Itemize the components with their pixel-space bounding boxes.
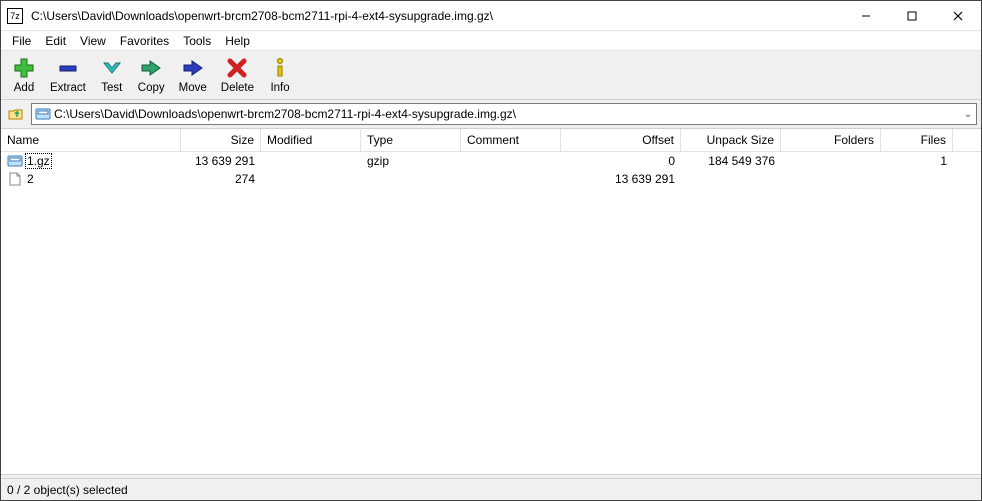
col-folders[interactable]: Folders	[781, 129, 881, 151]
delete-button[interactable]: Delete	[214, 54, 261, 96]
menu-file[interactable]: File	[5, 32, 38, 50]
cell-comment	[461, 178, 561, 180]
cell-size: 13 639 291	[181, 153, 261, 169]
minus-icon	[56, 56, 80, 80]
address-dropdown[interactable]: ⌄	[960, 109, 976, 120]
menu-tools[interactable]: Tools	[176, 32, 218, 50]
cell-type	[361, 178, 461, 180]
col-modified[interactable]: Modified	[261, 129, 361, 151]
table-row[interactable]: 2 274 13 639 291	[1, 170, 981, 188]
column-headers: Name Size Modified Type Comment Offset U…	[1, 129, 981, 152]
menu-favorites[interactable]: Favorites	[113, 32, 176, 50]
copy-arrow-icon	[139, 56, 163, 80]
col-comment[interactable]: Comment	[461, 129, 561, 151]
extract-label: Extract	[50, 82, 86, 94]
statusbar: 0 / 2 object(s) selected	[1, 478, 981, 500]
col-files[interactable]: Files	[881, 129, 953, 151]
cell-folders	[781, 178, 881, 180]
addressbar: ⌄	[1, 100, 981, 129]
cell-unpack: 184 549 376	[681, 153, 781, 169]
cell-name: 1.gz	[1, 152, 181, 170]
drive-icon	[35, 107, 51, 121]
status-text: 0 / 2 object(s) selected	[7, 483, 128, 497]
table-row[interactable]: 1.gz 13 639 291 gzip 0184 549 376 1	[1, 152, 981, 170]
address-input[interactable]	[54, 107, 960, 121]
test-button[interactable]: Test	[93, 54, 131, 96]
cell-comment	[461, 160, 561, 162]
cell-offset: 0	[561, 153, 681, 169]
col-unpack[interactable]: Unpack Size	[681, 129, 781, 151]
list-body[interactable]: 1.gz 13 639 291 gzip 0184 549 376 1 2 274 13 63…	[1, 152, 981, 474]
cell-modified	[261, 178, 361, 180]
cell-name: 2	[1, 170, 181, 188]
toolbar: Add Extract Test Copy Move Delete Info	[1, 51, 981, 100]
move-arrow-icon	[181, 56, 205, 80]
cell-unpack	[681, 178, 781, 180]
go-up-button[interactable]	[5, 103, 27, 125]
copy-button[interactable]: Copy	[131, 54, 172, 96]
menu-help[interactable]: Help	[218, 32, 257, 50]
cell-folders	[781, 160, 881, 162]
titlebar: 7z C:\Users\David\Downloads\openwrt-brcm…	[1, 1, 981, 31]
cell-modified	[261, 160, 361, 162]
folder-up-icon	[8, 106, 24, 122]
cell-offset: 13 639 291	[561, 171, 681, 187]
extract-button[interactable]: Extract	[43, 54, 93, 96]
file-name: 1.gz	[25, 153, 52, 169]
copy-label: Copy	[138, 82, 165, 94]
cell-size: 274	[181, 171, 261, 187]
delete-x-icon	[225, 56, 249, 80]
minimize-button[interactable]	[843, 1, 889, 30]
cell-files: 1	[881, 153, 953, 169]
col-size[interactable]: Size	[181, 129, 261, 151]
close-button[interactable]	[935, 1, 981, 30]
add-label: Add	[14, 82, 34, 94]
archive-icon	[7, 154, 23, 168]
cell-files	[881, 178, 953, 180]
delete-label: Delete	[221, 82, 254, 94]
info-icon	[268, 56, 292, 80]
col-type[interactable]: Type	[361, 129, 461, 151]
file-listview: Name Size Modified Type Comment Offset U…	[1, 129, 981, 474]
test-label: Test	[101, 82, 122, 94]
menubar: File Edit View Favorites Tools Help	[1, 31, 981, 51]
window-title: C:\Users\David\Downloads\openwrt-brcm270…	[29, 9, 843, 23]
col-name[interactable]: Name	[1, 129, 181, 151]
window-buttons	[843, 1, 981, 30]
app-icon: 7z	[7, 8, 23, 24]
cell-type: gzip	[361, 153, 461, 169]
col-offset[interactable]: Offset	[561, 129, 681, 151]
address-wrapper: ⌄	[31, 103, 977, 125]
menu-view[interactable]: View	[73, 32, 113, 50]
menu-edit[interactable]: Edit	[38, 32, 73, 50]
file-name: 2	[25, 171, 36, 187]
plus-icon	[12, 56, 36, 80]
maximize-button[interactable]	[889, 1, 935, 30]
move-label: Move	[179, 82, 207, 94]
check-icon	[100, 56, 124, 80]
add-button[interactable]: Add	[5, 54, 43, 96]
file-icon	[7, 172, 23, 186]
info-button[interactable]: Info	[261, 54, 299, 96]
info-label: Info	[270, 82, 289, 94]
move-button[interactable]: Move	[172, 54, 214, 96]
